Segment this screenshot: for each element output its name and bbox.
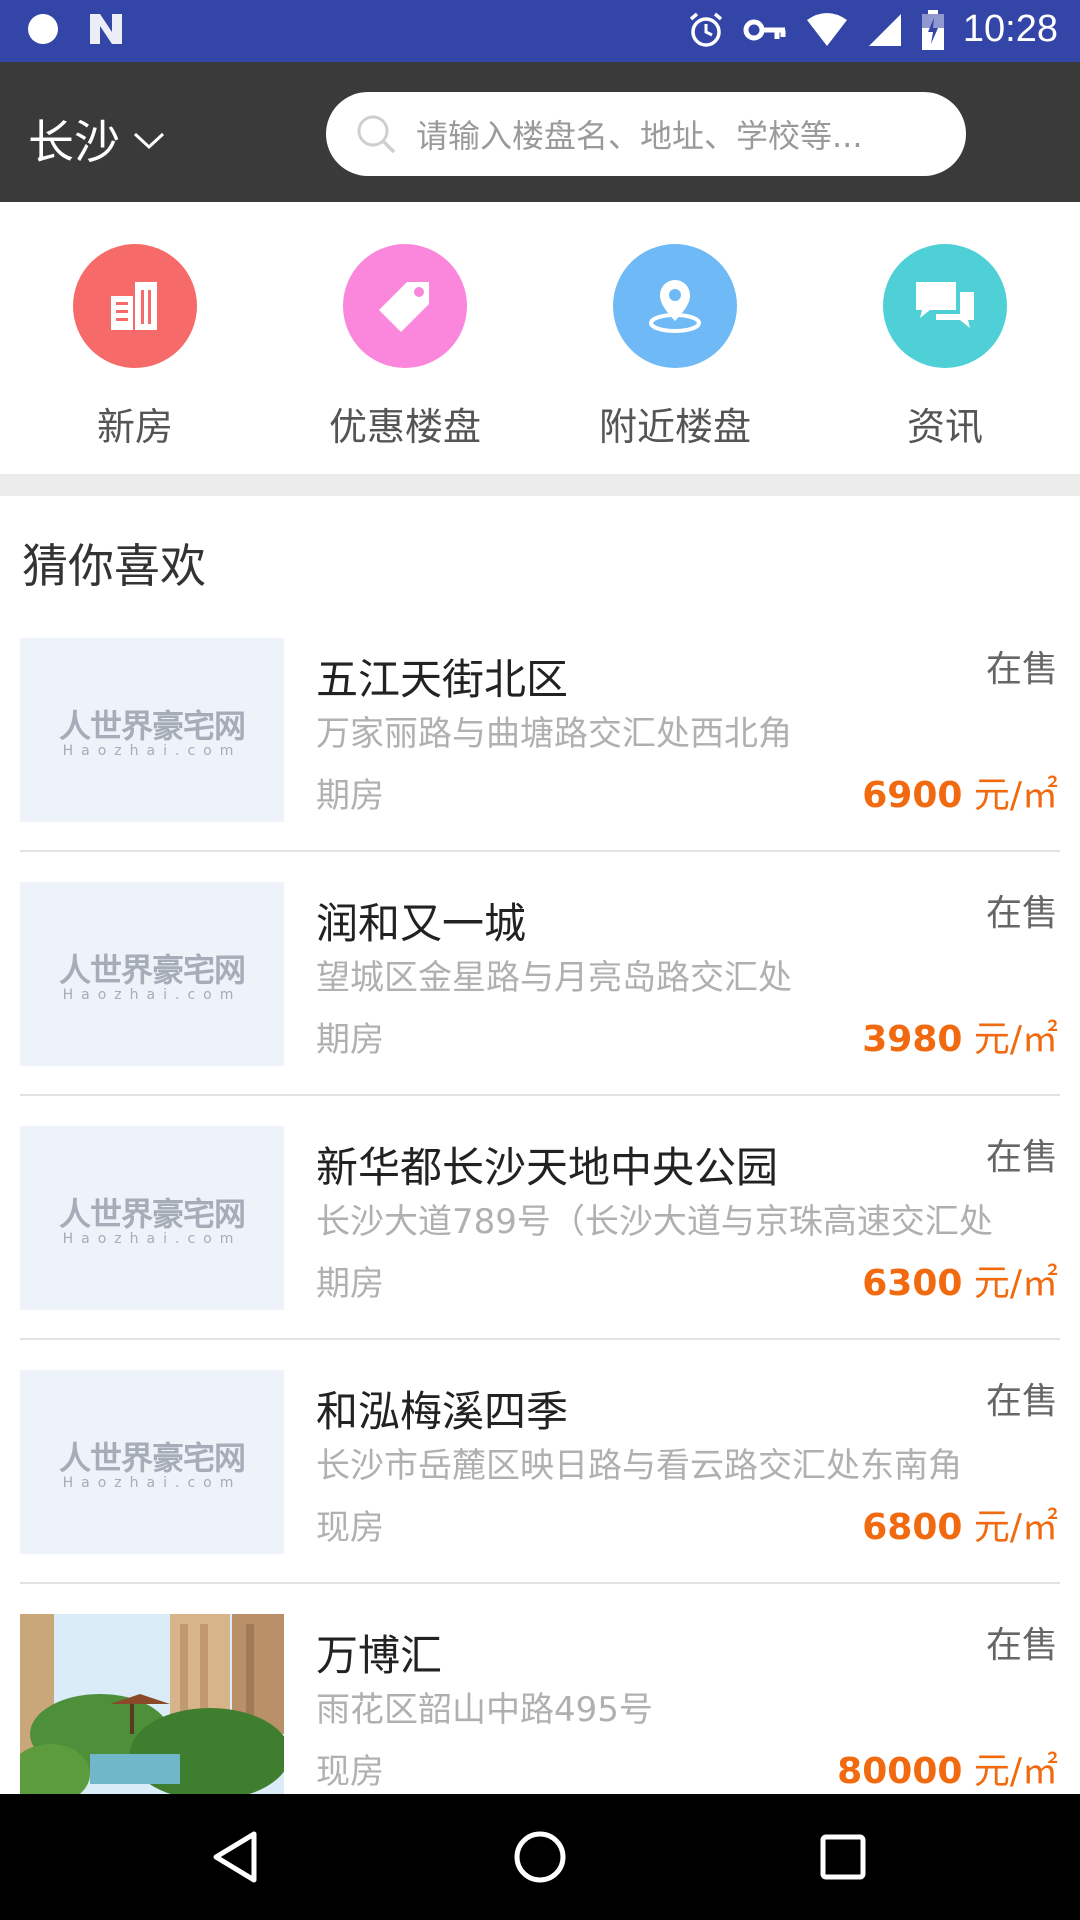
haozhai-logo: 人世界豪宅网 Haozhai.com xyxy=(58,1195,246,1247)
chevron-down-icon xyxy=(133,132,165,150)
listing-item[interactable]: 人世界豪宅网 Haozhai.com 五江天街北区 在售 万家丽路与曲塘路交汇处… xyxy=(0,636,1080,880)
listing-type: 期房 xyxy=(316,1020,384,1060)
listing-name: 新华都长沙天地中央公园 xyxy=(316,1143,779,1192)
listing-address: 万家丽路与曲塘路交汇处西北角 xyxy=(316,714,792,754)
listing-name: 和泓梅溪四季 xyxy=(316,1387,569,1436)
city-selector[interactable]: 长沙 xyxy=(28,106,166,172)
listing-price: 6300 元/㎡ xyxy=(862,1263,1058,1304)
listing-list: 人世界豪宅网 Haozhai.com 五江天街北区 在售 万家丽路与曲塘路交汇处… xyxy=(0,636,1080,1856)
divider xyxy=(20,1582,1060,1584)
section-title: 猜你喜欢 xyxy=(22,539,206,593)
listing-item[interactable]: 人世界豪宅网 Haozhai.com 润和又一城 在售 望城区金星路与月亮岛路交… xyxy=(0,880,1080,1124)
listing-item[interactable]: 人世界豪宅网 Haozhai.com 新华都长沙天地中央公园 在售 长沙大道78… xyxy=(0,1124,1080,1368)
battery-icon xyxy=(921,9,944,50)
listing-price: 3980 元/㎡ xyxy=(862,1019,1058,1060)
listing-price: 80000 元/㎡ xyxy=(837,1751,1058,1792)
recents-button[interactable] xyxy=(812,1826,874,1888)
search-icon xyxy=(357,115,396,154)
haozhai-logo: 人世界豪宅网 Haozhai.com xyxy=(58,707,246,759)
listing-address: 雨花区韶山中路495号 xyxy=(316,1690,653,1730)
clock: 10:28 xyxy=(962,8,1058,50)
listing-item[interactable]: 人世界豪宅网 Haozhai.com 和泓梅溪四季 在售 长沙市岳麓区映日路与看… xyxy=(0,1368,1080,1612)
haozhai-logo: 人世界豪宅网 Haozhai.com xyxy=(58,951,246,1003)
listing-address: 望城区金星路与月亮岛路交汇处 xyxy=(316,958,792,998)
listing-type: 现房 xyxy=(316,1508,384,1548)
divider xyxy=(20,1094,1060,1096)
listing-thumbnail: 人世界豪宅网 Haozhai.com xyxy=(20,1370,284,1554)
category-label: 新房 xyxy=(96,405,173,449)
listing-name: 万博汇 xyxy=(316,1631,443,1680)
signal-icon xyxy=(868,13,901,46)
system-nav-bar xyxy=(0,1794,1080,1920)
divider xyxy=(20,850,1060,852)
sale-status: 在售 xyxy=(985,649,1058,690)
listing-name: 五江天街北区 xyxy=(316,655,569,704)
home-button[interactable] xyxy=(509,1826,571,1888)
listing-thumbnail: 人世界豪宅网 Haozhai.com xyxy=(20,638,284,822)
listing-price: 6900 元/㎡ xyxy=(862,775,1058,816)
listing-photo xyxy=(20,1614,284,1798)
section-separator xyxy=(0,474,1080,496)
recents-square-icon xyxy=(820,1834,866,1880)
listing-price: 6800 元/㎡ xyxy=(862,1507,1058,1548)
sale-status: 在售 xyxy=(985,1625,1058,1666)
listing-address: 长沙市岳麓区映日路与看云路交汇处东南角 xyxy=(316,1446,962,1486)
listing-name: 润和又一城 xyxy=(316,899,527,948)
category-label: 附近楼盘 xyxy=(598,405,751,449)
sale-status: 在售 xyxy=(985,1137,1058,1178)
sale-status: 在售 xyxy=(985,893,1058,934)
category-nearby[interactable]: 附近楼盘 xyxy=(540,244,810,451)
listing-type: 期房 xyxy=(316,776,384,816)
category-news[interactable]: 资讯 xyxy=(810,244,1080,451)
location-pin-icon xyxy=(613,244,737,368)
sale-status: 在售 xyxy=(985,1381,1058,1422)
n-app-icon xyxy=(90,14,122,44)
vpn-key-icon xyxy=(743,19,786,40)
divider xyxy=(20,1338,1060,1340)
tag-icon xyxy=(343,244,467,368)
building-icon xyxy=(73,244,197,368)
category-new-homes[interactable]: 新房 xyxy=(0,244,270,451)
listing-address: 长沙大道789号（长沙大道与京珠高速交汇处 xyxy=(316,1202,993,1242)
category-label: 优惠楼盘 xyxy=(328,405,481,449)
status-bar: 10:28 xyxy=(0,0,1080,62)
listing-type: 现房 xyxy=(316,1752,384,1792)
property-photo-image xyxy=(20,1614,284,1798)
listing-type: 期房 xyxy=(316,1264,384,1304)
wifi-icon xyxy=(806,12,847,46)
listing-thumbnail: 人世界豪宅网 Haozhai.com xyxy=(20,1126,284,1310)
home-circle-icon xyxy=(514,1831,566,1883)
back-triangle-icon xyxy=(213,1831,257,1883)
top-bar: 长沙 请输入楼盘名、地址、学校等... xyxy=(0,62,1080,202)
search-placeholder: 请输入楼盘名、地址、学校等... xyxy=(416,117,863,155)
category-label: 资讯 xyxy=(906,405,983,449)
notification-dot-icon xyxy=(28,14,58,44)
listing-thumbnail: 人世界豪宅网 Haozhai.com xyxy=(20,882,284,1066)
chat-bubbles-icon xyxy=(883,244,1007,368)
back-button[interactable] xyxy=(204,1826,266,1888)
search-input[interactable]: 请输入楼盘名、地址、学校等... xyxy=(326,92,966,176)
category-discount[interactable]: 优惠楼盘 xyxy=(270,244,540,451)
category-grid: 新房 优惠楼盘 附近楼盘 资讯 xyxy=(0,202,1080,474)
city-label: 长沙 xyxy=(28,115,120,169)
alarm-icon xyxy=(689,12,723,47)
haozhai-logo: 人世界豪宅网 Haozhai.com xyxy=(58,1439,246,1491)
